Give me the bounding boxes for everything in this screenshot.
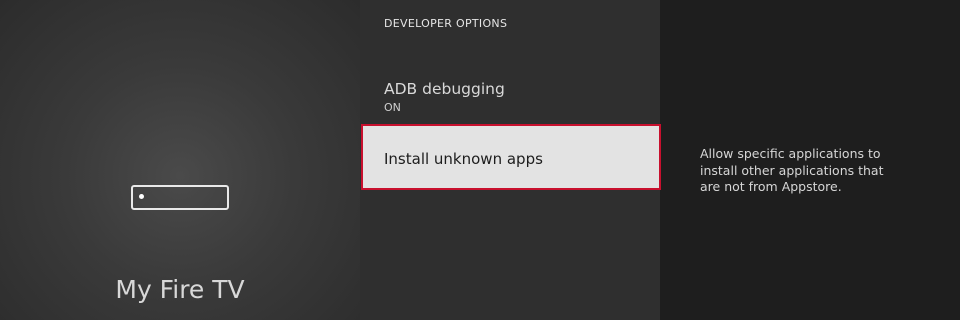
fire-tv-settings-screen: My Fire TV DEVELOPER OPTIONS ADB debuggi…: [0, 0, 960, 320]
adb-debugging-label: ADB debugging: [384, 80, 505, 98]
item-description: Allow specific applications to install o…: [700, 146, 884, 194]
page-title: My Fire TV: [115, 275, 245, 304]
fire-tv-device-icon: [131, 185, 229, 210]
my-fire-tv-panel: My Fire TV: [0, 0, 360, 320]
adb-debugging-item[interactable]: ADB debugging ON: [360, 66, 660, 126]
device-led-indicator: [139, 194, 144, 199]
install-unknown-apps-item[interactable]: Install unknown apps: [361, 124, 661, 190]
adb-debugging-value: ON: [384, 101, 401, 114]
description-panel: Allow specific applications to install o…: [660, 0, 960, 320]
section-title: DEVELOPER OPTIONS: [384, 17, 508, 30]
install-unknown-apps-label: Install unknown apps: [384, 150, 543, 168]
